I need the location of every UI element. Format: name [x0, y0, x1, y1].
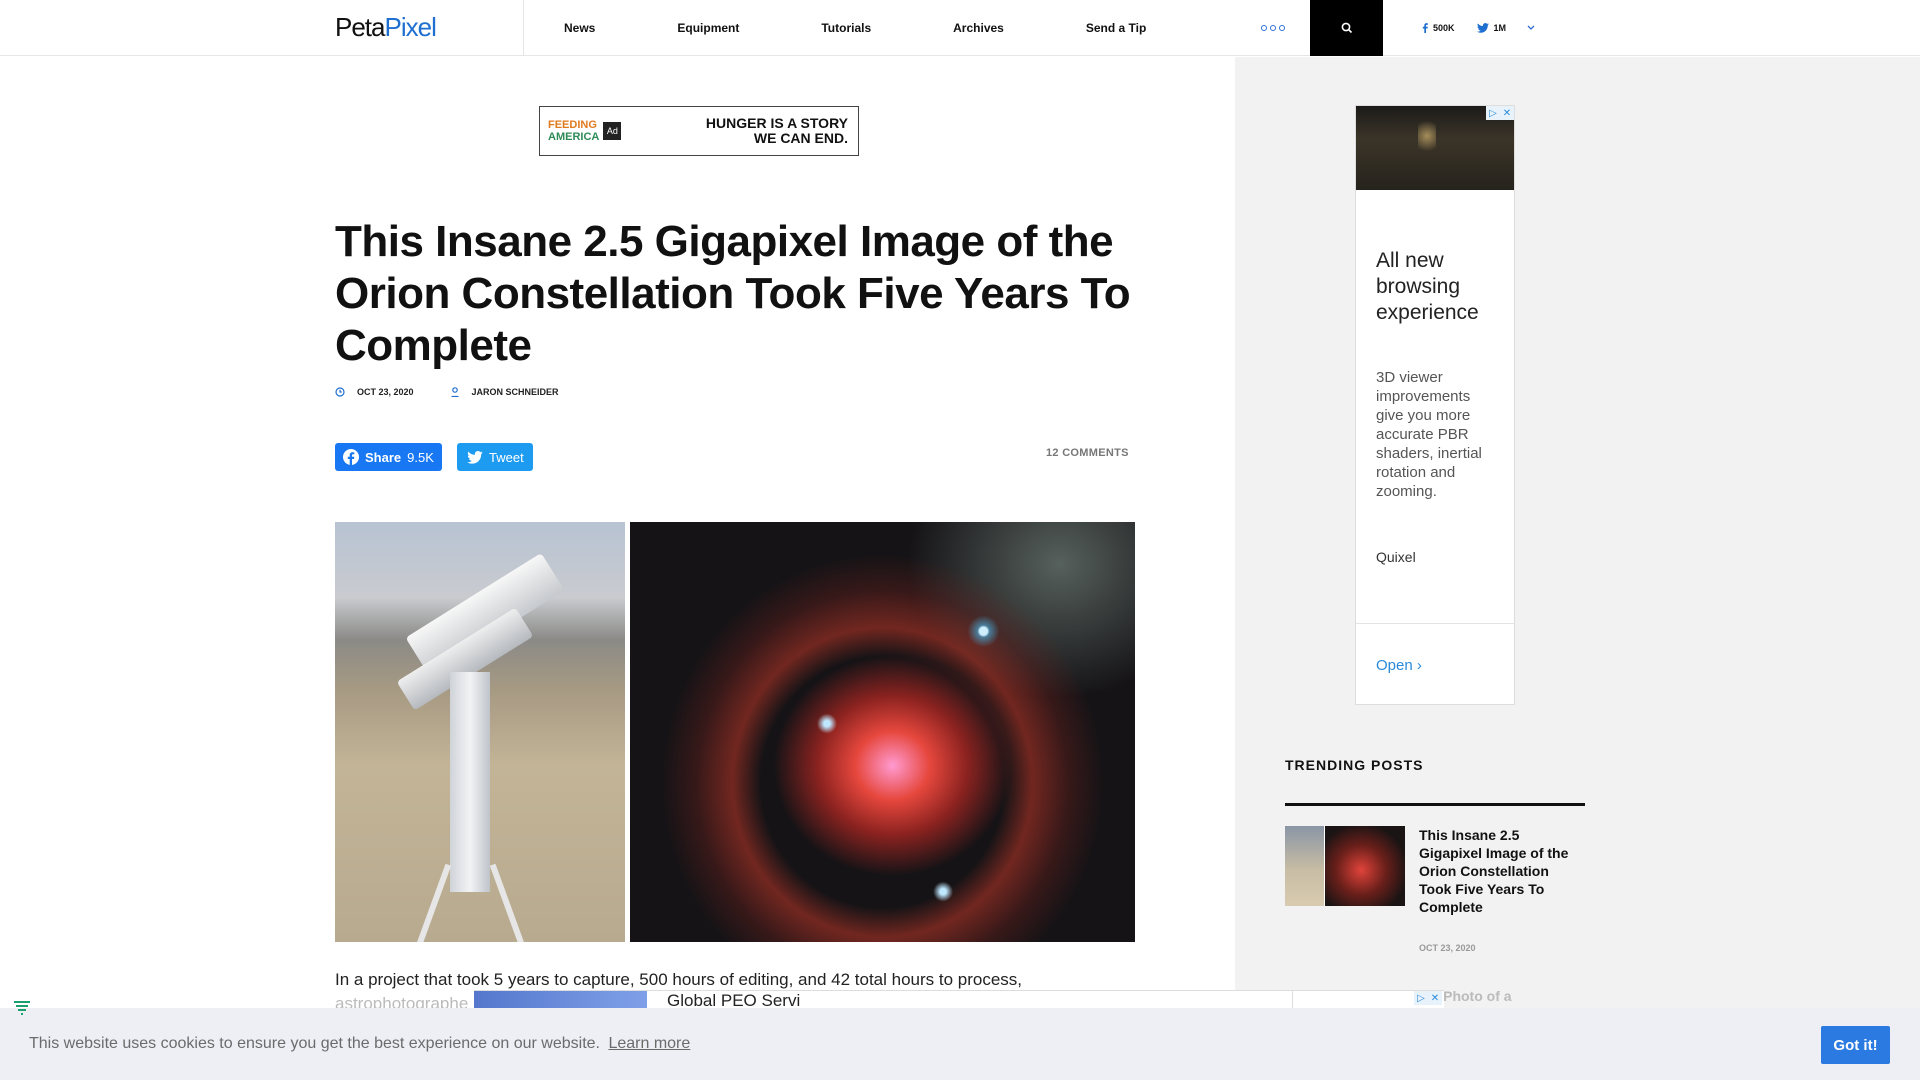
facebook-share-button[interactable]: Share 9.5K — [335, 443, 442, 471]
site-logo[interactable]: PetaPixel — [335, 12, 437, 43]
twitter-icon — [467, 450, 483, 464]
cookie-text: This website uses cookies to ensure you … — [29, 1035, 600, 1052]
chevron-down-icon[interactable] — [1527, 25, 1535, 31]
twitter-follow[interactable]: 1M — [1476, 23, 1536, 33]
trending-thumbnail[interactable] — [1285, 826, 1405, 906]
tweet-label: Tweet — [489, 449, 524, 465]
nav-archives[interactable]: Archives — [912, 21, 1045, 35]
more-menu-icon[interactable] — [1235, 0, 1310, 56]
close-icon[interactable]: ✕ — [1428, 991, 1442, 1005]
comments-link[interactable]: 12 COMMENTS — [1046, 447, 1129, 459]
site-header: PetaPixel News Equipment Tutorials Archi… — [0, 0, 1920, 56]
main-nav: News Equipment Tutorials Archives Send a… — [523, 0, 1187, 56]
facebook-icon — [343, 449, 359, 465]
bottom-adchoices-badge[interactable]: ▷ ✕ — [1414, 991, 1442, 1005]
bottom-floating-ad[interactable]: Global PEO Servi ▷ ✕ — [474, 990, 1444, 1011]
nav-equipment[interactable]: Equipment — [636, 21, 780, 35]
trending-item-title[interactable]: This Insane 2.5 Gigapixel Image of the O… — [1419, 826, 1584, 916]
facebook-icon — [1422, 23, 1428, 33]
adchoices-icon[interactable]: ▷ — [1414, 991, 1428, 1005]
trending-heading: TRENDING POSTS — [1285, 757, 1424, 773]
sidebar-ad-divider — [1356, 623, 1514, 624]
adchoices-icon[interactable]: ▷ — [1486, 106, 1500, 120]
feeding-america-logo: FEEDING AMERICA — [548, 119, 600, 143]
search-button[interactable] — [1310, 0, 1383, 56]
clock-icon — [335, 387, 345, 397]
top-ad-text: HUNGER IS A STORY WE CAN END. — [705, 115, 848, 146]
logo-part-2: Pixel — [384, 12, 437, 42]
adchoices-badge[interactable]: ▷ ✕ — [1486, 106, 1514, 120]
nav-send-a-tip[interactable]: Send a Tip — [1045, 21, 1187, 35]
sidebar — [1235, 57, 1920, 1080]
learn-more-link[interactable]: Learn more — [608, 1035, 690, 1052]
search-icon — [1341, 22, 1352, 34]
trending-rule — [1285, 803, 1585, 806]
orion-photo — [630, 522, 1135, 942]
top-banner-ad[interactable]: FEEDING AMERICA Ad HUNGER IS A STORY WE … — [539, 106, 859, 156]
article-hero-image — [335, 522, 1135, 942]
twitter-count: 1M — [1493, 23, 1507, 33]
chevron-right-icon: › — [1416, 657, 1422, 674]
cookie-accept-button[interactable]: Got it! — [1821, 1026, 1890, 1064]
article-title: This Insane 2.5 Gigapixel Image of the O… — [335, 217, 1131, 370]
tweet-button[interactable]: Tweet — [457, 443, 533, 471]
sidebar-ad[interactable]: ▷ ✕ All new browsing experience 3D viewer… — [1355, 105, 1515, 705]
nav-news[interactable]: News — [523, 21, 636, 35]
twitter-icon — [1476, 23, 1489, 33]
telescope-photo — [335, 522, 625, 942]
close-icon[interactable]: ✕ — [1500, 106, 1514, 120]
sidebar-ad-open-button[interactable]: Open › — [1376, 657, 1422, 674]
article-author[interactable]: JARON SCHNEIDER — [472, 387, 559, 397]
social-counts: 500K 1M — [1422, 0, 1535, 56]
facebook-count: 500K — [1433, 23, 1455, 33]
share-count: 9.5K — [407, 449, 434, 465]
open-label: Open — [1376, 657, 1413, 674]
nav-tutorials[interactable]: Tutorials — [780, 21, 912, 35]
article-meta: OCT 23, 2020 JARON SCHNEIDER — [335, 387, 595, 397]
sidebar-ad-body: 3D viewer improvements give you more acc… — [1376, 369, 1482, 500]
article-date: OCT 23, 2020 — [357, 387, 414, 397]
privacy-shield-icon[interactable] — [12, 1000, 32, 1016]
trending-item-date: OCT 23, 2020 — [1419, 943, 1476, 953]
share-label: Share — [365, 449, 402, 465]
article-lede: In a project that took 5 years to captur… — [335, 970, 1023, 989]
user-icon — [451, 387, 459, 397]
sidebar-ad-headline: All new browsing experience — [1376, 249, 1479, 324]
logo-part-1: Peta — [335, 12, 385, 42]
cookie-banner: This website uses cookies to ensure you … — [0, 1008, 1920, 1080]
sidebar-ad-brand: Quixel — [1376, 549, 1416, 565]
ad-council-mark: Ad — [603, 122, 622, 140]
cookie-message: This website uses cookies to ensure you … — [29, 1035, 690, 1053]
facebook-follow[interactable]: 500K — [1422, 23, 1455, 33]
